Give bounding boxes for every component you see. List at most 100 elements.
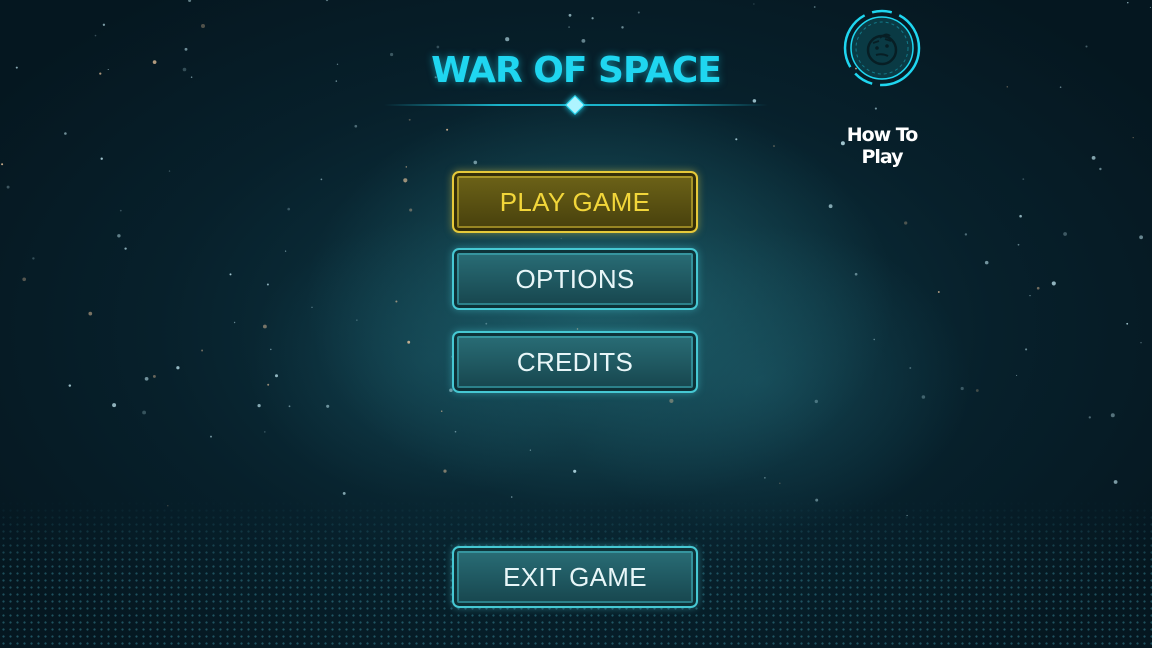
star (176, 366, 180, 370)
star (107, 68, 109, 71)
star (320, 178, 323, 181)
star (1099, 167, 1102, 171)
star (568, 13, 572, 17)
star (1140, 341, 1142, 344)
star (201, 349, 204, 352)
star (117, 234, 121, 238)
star (505, 37, 510, 42)
star (94, 34, 97, 37)
exit-game-label: EXIT GAME (503, 561, 647, 592)
star (591, 17, 594, 20)
star (485, 322, 488, 325)
star (440, 410, 443, 412)
star (262, 324, 267, 329)
star (779, 482, 781, 485)
star (753, 3, 755, 5)
star (773, 145, 775, 147)
star (144, 376, 149, 381)
star (1017, 243, 1020, 246)
star (1, 163, 4, 166)
star (124, 247, 127, 250)
how-to-play-button[interactable]: How To Play (832, 6, 932, 168)
star (621, 26, 624, 29)
star (112, 403, 117, 408)
options-button[interactable]: OPTIONS (452, 248, 698, 310)
star (152, 374, 156, 378)
star (568, 26, 571, 29)
star (335, 80, 338, 82)
game-title: WAR OF SPACE (431, 50, 722, 91)
star (287, 207, 291, 211)
star (1006, 86, 1008, 88)
star (168, 170, 171, 172)
star (1016, 374, 1018, 376)
star (152, 60, 157, 64)
thinking-face-icon (843, 9, 921, 87)
star (904, 221, 908, 225)
star (229, 273, 232, 276)
star (1110, 413, 1115, 418)
star (1036, 286, 1040, 290)
star (408, 118, 411, 121)
star (288, 405, 291, 408)
star (182, 67, 187, 72)
star (813, 6, 816, 8)
star (336, 63, 339, 65)
play-game-button[interactable]: PLAY GAME (452, 171, 698, 233)
star (1019, 214, 1022, 218)
star (1051, 281, 1056, 286)
exit-game-button[interactable]: EXIT GAME (452, 546, 698, 608)
star (1063, 232, 1067, 236)
star (409, 208, 413, 212)
star (142, 410, 147, 415)
star (581, 38, 586, 43)
star (1088, 416, 1091, 419)
star (102, 23, 106, 26)
star (325, 0, 329, 2)
star (921, 395, 926, 399)
how-to-play-label: How To Play (846, 124, 919, 168)
star (119, 209, 122, 212)
play-game-label: PLAY GAME (499, 186, 651, 217)
star (1029, 294, 1031, 297)
star (560, 237, 562, 239)
star (403, 178, 408, 183)
star (873, 338, 875, 341)
star (1025, 348, 1028, 351)
star (264, 431, 266, 433)
star (342, 491, 346, 495)
star (436, 45, 440, 49)
star (937, 291, 940, 293)
star (354, 124, 358, 128)
star (395, 300, 398, 303)
star (473, 160, 478, 165)
star (1059, 86, 1062, 88)
star (356, 319, 358, 321)
star (752, 99, 757, 103)
star (190, 76, 193, 78)
star (1085, 45, 1088, 48)
star (267, 383, 270, 386)
star (68, 384, 72, 387)
star (15, 66, 18, 69)
star (909, 367, 912, 369)
star (184, 47, 188, 51)
star (576, 328, 579, 330)
star (32, 257, 35, 260)
star (188, 0, 192, 2)
star (1113, 480, 1118, 484)
star (443, 469, 447, 473)
star (201, 24, 205, 28)
credits-button[interactable]: CREDITS (452, 331, 698, 393)
star (326, 404, 330, 408)
star (257, 403, 261, 408)
main-menu-screen: WAR OF SPACE PLAY GAME OPTIONS CREDITS E… (0, 0, 1152, 648)
star (311, 306, 313, 308)
star (233, 321, 236, 324)
star (99, 72, 102, 75)
star (266, 283, 269, 286)
star (100, 157, 103, 160)
star (274, 374, 279, 378)
star (960, 386, 964, 391)
star (964, 233, 968, 236)
